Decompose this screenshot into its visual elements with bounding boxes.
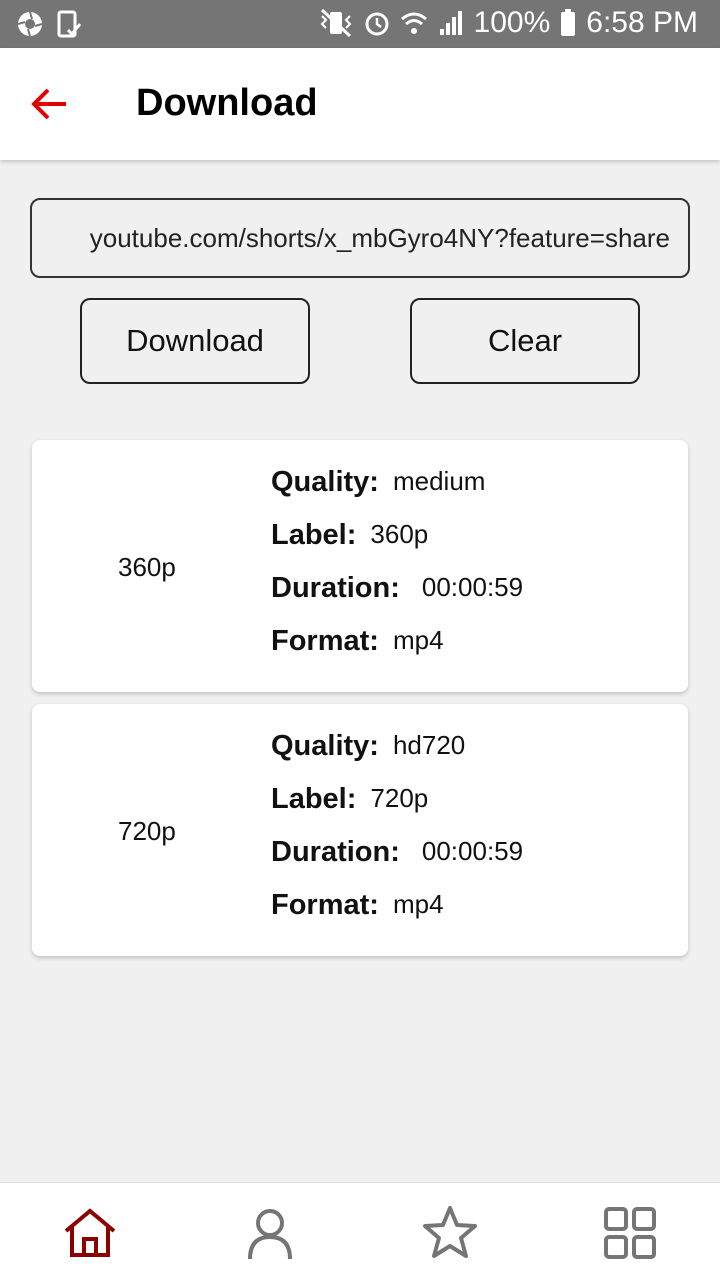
duration-value: 00:00:59 xyxy=(421,836,524,866)
page-title: Download xyxy=(136,82,318,124)
quality-value: hd720 xyxy=(392,730,466,760)
aperture-icon xyxy=(16,10,44,38)
signal-icon xyxy=(438,9,464,37)
label-value: 360p xyxy=(370,519,429,549)
duration-key: Duration: xyxy=(271,836,400,868)
profile-icon xyxy=(248,1209,292,1260)
quality-row: Quality: hd720 xyxy=(271,730,523,783)
format-card[interactable]: 720p Quality: hd720 Label: 720p Duration: 0… xyxy=(32,704,688,956)
duration-key: Duration: xyxy=(271,572,400,604)
duration-row: Duration: 00:00:59 xyxy=(271,836,523,889)
format-key: Format: xyxy=(271,625,379,657)
duration-value: 00:00:59 xyxy=(421,572,524,602)
quality-row: Quality: medium xyxy=(271,466,523,519)
label-row: Label: 720p xyxy=(271,783,523,836)
back-button[interactable] xyxy=(30,84,74,124)
format-details: Quality: medium Label: 360p Duration: 00:00… xyxy=(271,466,523,678)
app-bar: Download xyxy=(0,48,720,160)
quality-key: Quality: xyxy=(271,730,379,762)
clear-button[interactable]: Clear xyxy=(410,298,640,384)
nav-grid[interactable] xyxy=(598,1201,662,1265)
resolution-label: 720p xyxy=(118,816,176,846)
format-card[interactable]: 360p Quality: medium Label: 360p Duration:… xyxy=(32,440,688,692)
status-left-icons xyxy=(16,10,82,38)
label-row: Label: 360p xyxy=(271,519,523,572)
status-right-icons: 100% 6:58 PM xyxy=(318,6,698,40)
duration-row: Duration: 00:00:59 xyxy=(271,572,523,625)
format-row: Format: mp4 xyxy=(271,889,523,942)
wifi-icon xyxy=(400,9,428,37)
format-details: Quality: hd720 Label: 720p Duration: 00:00:… xyxy=(271,730,523,942)
label-value: 720p xyxy=(370,783,429,813)
format-row: Format: mp4 xyxy=(271,625,523,678)
bottom-nav xyxy=(0,1182,720,1281)
battery-icon xyxy=(560,9,576,37)
arrow-left-icon xyxy=(31,88,66,120)
label-key: Label: xyxy=(271,783,357,815)
battery-percent: 100% xyxy=(473,6,551,39)
url-input[interactable]: youtube.com/shorts/x_mbGyro4NY?feature=s… xyxy=(30,198,690,278)
label-key: Label: xyxy=(271,519,357,551)
nav-home[interactable] xyxy=(58,1201,122,1265)
device-check-icon xyxy=(54,10,82,38)
nav-favorites[interactable] xyxy=(418,1201,482,1265)
format-value: mp4 xyxy=(392,625,444,655)
star-icon xyxy=(423,1206,477,1258)
format-key: Format: xyxy=(271,889,379,921)
vibrate-mute-icon xyxy=(318,8,354,38)
grid-icon xyxy=(604,1207,656,1259)
download-button[interactable]: Download xyxy=(80,298,310,384)
resolution-label: 360p xyxy=(118,552,176,582)
home-icon xyxy=(64,1208,116,1257)
clock: 6:58 PM xyxy=(586,6,698,39)
status-bar: 100% 6:58 PM xyxy=(0,0,720,48)
nav-profile[interactable] xyxy=(238,1201,302,1265)
quality-value: medium xyxy=(392,466,486,496)
quality-key: Quality: xyxy=(271,466,379,498)
format-value: mp4 xyxy=(392,889,444,919)
alarm-icon xyxy=(364,9,390,37)
